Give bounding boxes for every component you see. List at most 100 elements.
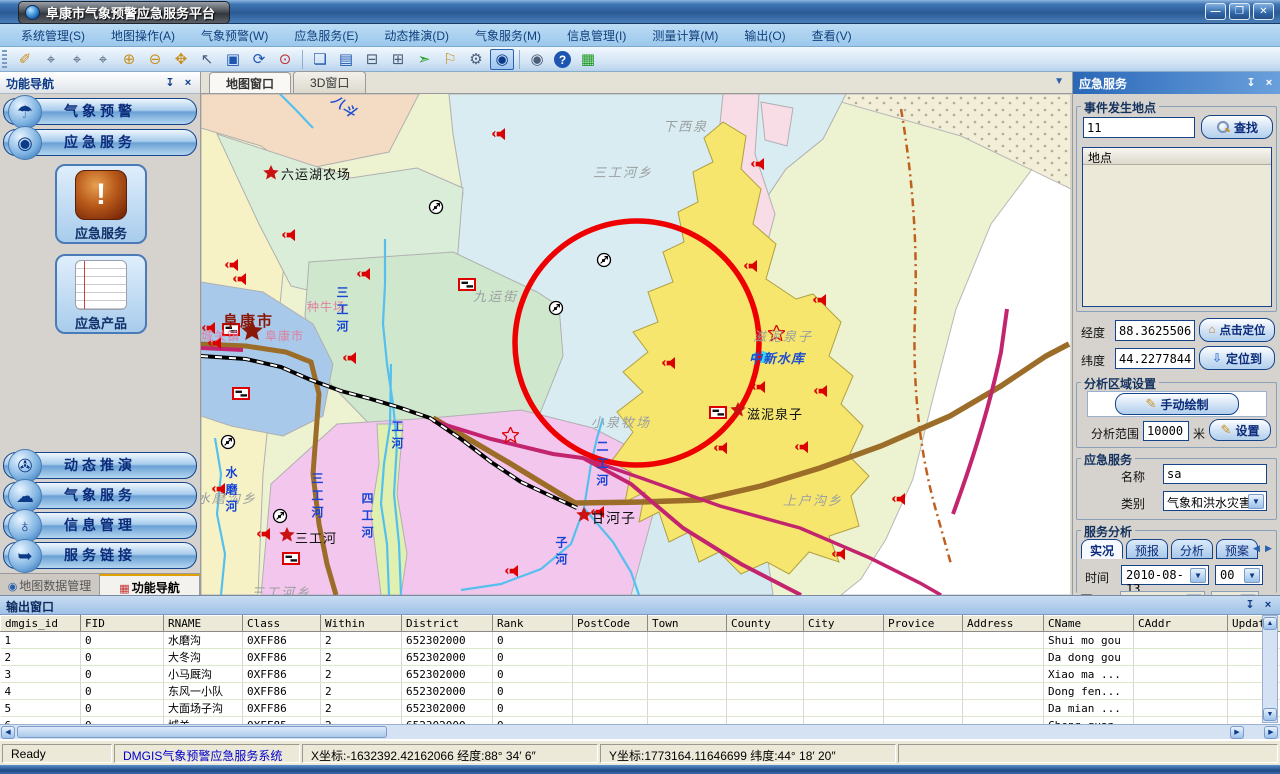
station-flag-icon[interactable] <box>710 407 726 418</box>
sidebar-item-service-links[interactable]: ➥ 服务链接 <box>3 542 197 569</box>
tab-forecast[interactable]: 预报 <box>1126 539 1168 559</box>
scroll-down-icon[interactable]: ▼ <box>1263 708 1277 721</box>
select-by-rect-icon[interactable]: ⌖ <box>39 49 63 70</box>
globe-service-icon[interactable]: ◉ <box>490 49 514 70</box>
monitor-station-icon[interactable] <box>274 510 287 523</box>
date-select[interactable]: 2010-08-13 ▼ <box>1121 565 1209 585</box>
table-column-header[interactable]: Address <box>963 616 1044 632</box>
menu-item[interactable]: 输出(O) <box>731 25 798 46</box>
sidebar-item-info-management[interactable]: ♁ 信息管理 <box>3 512 197 539</box>
chevron-down-icon[interactable]: ▼ <box>1244 568 1260 583</box>
menu-item[interactable]: 动态推演(D) <box>371 25 462 46</box>
click-locate-button[interactable]: ⌂ 点击定位 <box>1199 318 1275 342</box>
station-flag-icon[interactable] <box>233 388 249 399</box>
table-column-header[interactable]: Provice <box>884 616 963 632</box>
set-range-button[interactable]: ✎ 设置 <box>1209 419 1271 441</box>
station-flag-icon[interactable] <box>459 279 475 290</box>
restore-button[interactable]: ❐ <box>1229 3 1250 20</box>
map-canvas[interactable]: 八斗 六运湖农场 三工河乡 下西泉 九运街 阜康市 城关镇 阜康市 种牛场 滋泥… <box>201 94 1072 595</box>
find-button[interactable]: 查找 <box>1201 115 1273 139</box>
chevron-down-icon[interactable]: ▼ <box>1248 494 1264 509</box>
scroll-corner-icon[interactable]: ▶ <box>1264 726 1278 739</box>
table-column-header[interactable]: FID <box>81 616 164 632</box>
export-map-icon[interactable]: ▤ <box>334 49 358 70</box>
table-column-header[interactable]: Town <box>648 616 727 632</box>
menu-item[interactable]: 系统管理(S) <box>8 25 98 46</box>
table-column-header[interactable]: RNAME <box>164 616 243 632</box>
tab-analysis[interactable]: 分析 <box>1171 539 1213 559</box>
table-column-header[interactable]: County <box>727 616 804 632</box>
minimize-button[interactable]: — <box>1205 3 1226 20</box>
pointer-icon[interactable]: ↖ <box>195 49 219 70</box>
scroll-left-icon[interactable]: ◀ <box>1 726 15 739</box>
tab-3d-window[interactable]: 3D窗口 <box>293 71 366 93</box>
eye-icon[interactable]: ◉ <box>525 49 549 70</box>
monitor-station-icon[interactable] <box>550 302 563 315</box>
table-row[interactable]: 20大冬沟0XFF8626523020000Da dong gou <box>1 649 1280 666</box>
scroll-right-icon[interactable]: ▶ <box>1230 726 1244 739</box>
identify-icon[interactable]: ⊙ <box>273 49 297 70</box>
monitor-station-icon[interactable] <box>598 254 611 267</box>
monitor-station-icon[interactable] <box>222 436 235 449</box>
table-column-header[interactable]: CAddr <box>1134 616 1228 632</box>
measure-tool-icon[interactable]: ✐ <box>13 49 37 70</box>
image-tree-icon[interactable]: ▦ <box>576 49 600 70</box>
select-feature-icon[interactable]: ⌖ <box>91 49 115 70</box>
table-row[interactable]: 60城关0XFF8526523020000Cheng guan <box>1 717 1280 725</box>
manual-draw-button[interactable]: ✎ 手动绘制 <box>1115 393 1239 415</box>
settings-icon[interactable]: ⚙ <box>464 49 488 70</box>
table-horizontal-scrollbar[interactable]: ◀ ▶ ▶ <box>0 724 1280 739</box>
print-setup-icon[interactable]: ⊞ <box>386 49 410 70</box>
range-input[interactable] <box>1143 421 1189 441</box>
emergency-service-big-button[interactable]: ! 应急服务 <box>55 164 147 244</box>
tab-function-nav[interactable]: ▦功能导航 <box>100 574 200 595</box>
latitude-input[interactable] <box>1115 348 1195 369</box>
refresh-icon[interactable]: ⟳ <box>247 49 271 70</box>
hour-select[interactable]: 00 ▼ <box>1215 565 1263 585</box>
location-list-header[interactable]: 地点 <box>1083 148 1271 165</box>
menu-item[interactable]: 查看(V) <box>799 25 865 46</box>
service-name-input[interactable] <box>1163 464 1267 484</box>
table-row[interactable]: 50大面场子沟0XFF8626523020000Da mian ... <box>1 700 1280 717</box>
table-vertical-scrollbar[interactable]: ▲ ▼ <box>1262 615 1278 723</box>
pin-icon[interactable]: ↧ <box>162 75 178 90</box>
layers-icon[interactable]: ❏ <box>308 49 332 70</box>
tab-live[interactable]: 实况 <box>1081 539 1123 559</box>
placemark-icon[interactable]: ⚐ <box>438 49 462 70</box>
table-column-header[interactable]: City <box>804 616 884 632</box>
monitor-station-icon[interactable] <box>430 201 443 214</box>
full-extent-icon[interactable]: ▣ <box>221 49 245 70</box>
scroll-up-icon[interactable]: ▲ <box>1263 617 1277 630</box>
longitude-input[interactable] <box>1115 320 1195 341</box>
table-column-header[interactable]: CName <box>1044 616 1134 632</box>
close-icon[interactable]: × <box>180 75 196 90</box>
sidebar-group-weather-warning[interactable]: ☂ 气象预警 <box>3 98 197 125</box>
clear-selection-icon[interactable]: ⌖ <box>65 49 89 70</box>
menu-item[interactable]: 测量计算(M) <box>639 25 731 46</box>
tab-scroll-right-icon[interactable]: ▶ <box>1265 543 1272 554</box>
menu-item[interactable]: 信息管理(I) <box>554 25 639 46</box>
table-row[interactable]: 10水磨沟0XFF8626523020000Shui mo gou <box>1 632 1280 649</box>
tab-map-data-management[interactable]: ◉地图数据管理 <box>0 574 100 595</box>
sidebar-item-dynamic-deduction[interactable]: ✇ 动态推演 <box>3 452 197 479</box>
print-icon[interactable]: ⊟ <box>360 49 384 70</box>
service-type-select[interactable]: 气象和洪水灾害 ▼ <box>1163 491 1267 511</box>
toolbar-grip[interactable] <box>2 50 7 69</box>
locate-to-button[interactable]: ⇩ 定位到 <box>1199 346 1275 370</box>
menu-item[interactable]: 地图操作(A) <box>98 25 188 46</box>
chevron-down-icon[interactable]: ▼ <box>1190 568 1206 583</box>
zoom-in-icon[interactable]: ⊕ <box>117 49 141 70</box>
menu-item[interactable]: 应急服务(E) <box>281 25 371 46</box>
table-column-header[interactable]: District <box>402 616 493 632</box>
location-search-input[interactable] <box>1083 117 1195 138</box>
menu-item[interactable]: 气象服务(M) <box>462 25 554 46</box>
close-button[interactable]: ✕ <box>1253 3 1274 20</box>
table-row[interactable]: 30小马厩沟0XFF8626523020000Xiao ma ... <box>1 666 1280 683</box>
pan-icon[interactable]: ✥ <box>169 49 193 70</box>
sidebar-group-emergency-service[interactable]: ◉ 应急服务 <box>3 129 197 156</box>
station-flag-icon[interactable] <box>283 553 299 564</box>
table-column-header[interactable]: dmgis_id <box>1 616 81 632</box>
station-flag-icon[interactable] <box>223 324 239 335</box>
table-column-header[interactable]: Class <box>243 616 321 632</box>
zoom-out-icon[interactable]: ⊖ <box>143 49 167 70</box>
